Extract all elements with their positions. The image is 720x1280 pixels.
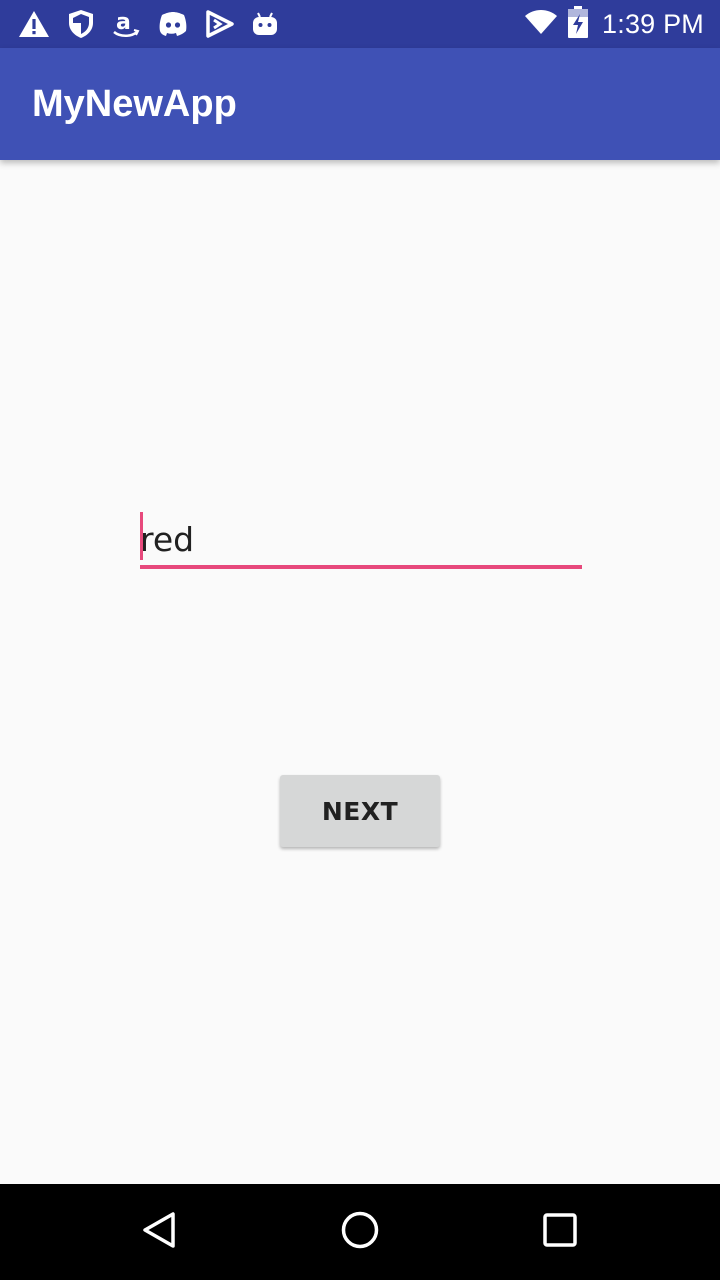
recents-icon [540,1210,580,1254]
screen: a 1:39 PM MyNewApp red NEXT [0,0,720,1280]
amazon-icon: a [112,9,140,39]
text-input[interactable] [140,514,580,564]
back-button[interactable] [136,1208,184,1256]
play-store-icon [206,10,234,38]
next-button[interactable]: NEXT [280,775,440,847]
navigation-bar [0,1184,720,1280]
warning-icon [18,10,50,38]
discord-icon [158,11,188,37]
text-cursor [140,512,143,560]
wifi-icon [524,9,558,39]
text-field[interactable] [140,508,582,570]
android-icon [252,11,278,37]
input-underline [140,565,582,569]
home-button[interactable] [336,1208,384,1256]
home-icon [340,1210,380,1254]
svg-text:a: a [116,10,131,35]
shield-icon [68,9,94,39]
notification-icons: a [18,8,278,40]
app-title: MyNewApp [32,83,237,125]
system-status: 1:39 PM [524,6,704,42]
clock: 1:39 PM [602,8,704,39]
status-bar: a 1:39 PM [0,0,720,48]
recents-button[interactable] [536,1208,584,1256]
app-bar: MyNewApp [0,48,720,160]
battery-charging-icon [568,6,589,42]
back-icon [140,1210,180,1254]
